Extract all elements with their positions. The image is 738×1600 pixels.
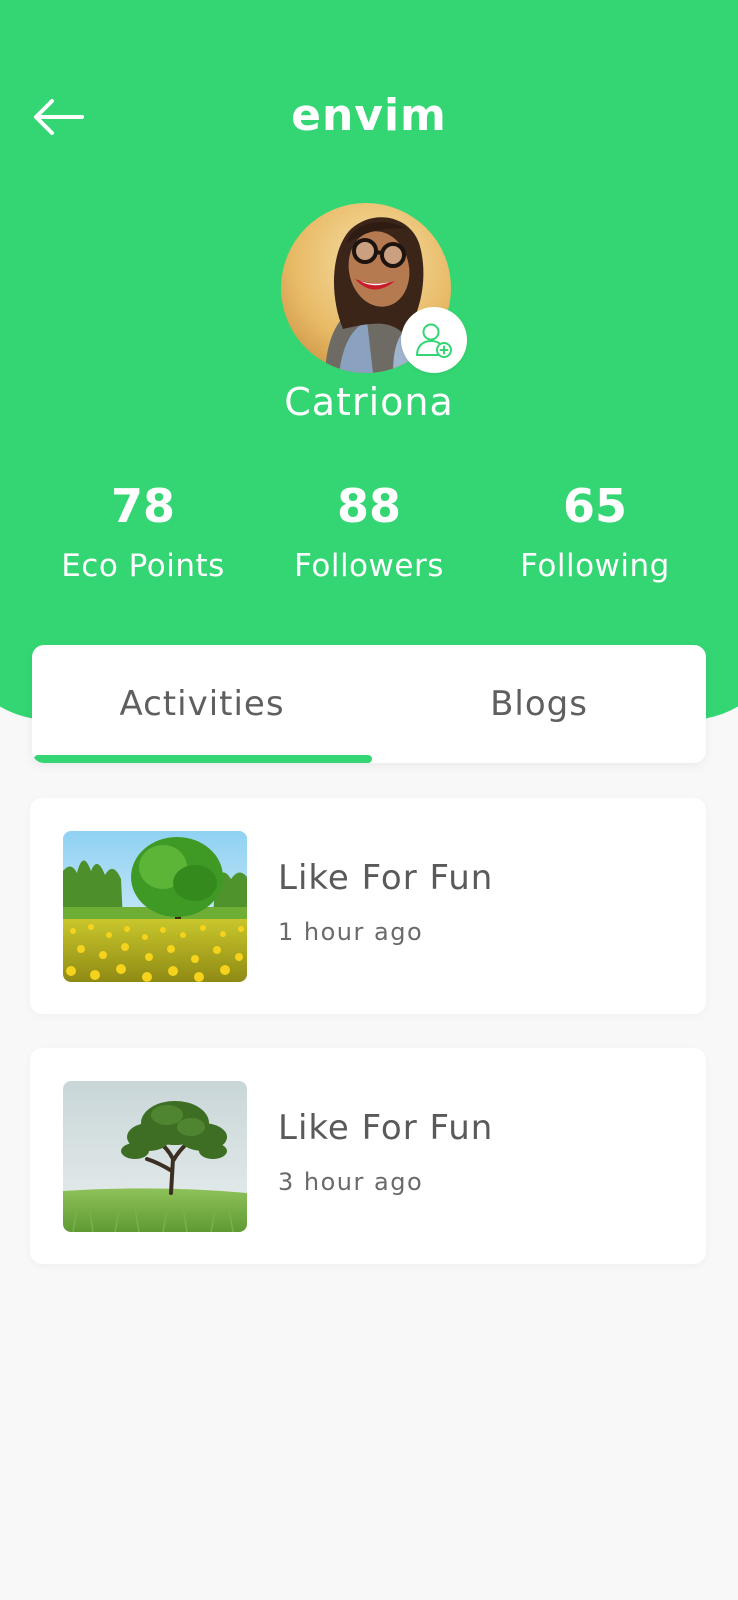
- activity-time: 3 hour ago: [278, 1168, 424, 1196]
- activity-title: Like For Fun: [278, 858, 494, 898]
- stat-label: Following: [520, 548, 670, 584]
- profile-screen: envim Catriona 78 Eco Points 88 Follower…: [0, 0, 738, 1600]
- profile-name: Catriona: [284, 380, 454, 424]
- stat-value: 78: [110, 479, 175, 533]
- activity-card[interactable]: Like For Fun 1 hour ago: [30, 798, 706, 1014]
- stat-label: Followers: [294, 548, 444, 584]
- add-user-icon: [416, 323, 452, 358]
- tab-bar: Activities Blogs: [32, 645, 706, 763]
- stat-following[interactable]: 65 Following: [482, 478, 708, 586]
- tab-activities[interactable]: Activities: [32, 645, 372, 763]
- active-tab-indicator: [34, 755, 372, 763]
- stat-followers[interactable]: 88 Followers: [256, 478, 482, 586]
- activity-title: Like For Fun: [278, 1108, 494, 1148]
- stat-value: 88: [336, 479, 401, 533]
- stat-eco-points[interactable]: 78 Eco Points: [30, 478, 256, 586]
- add-friend-button[interactable]: [401, 307, 467, 373]
- activity-card[interactable]: Like For Fun 3 hour ago: [30, 1048, 706, 1264]
- app-title: envim: [291, 90, 447, 141]
- stat-value: 65: [562, 479, 627, 533]
- stats-row: 78 Eco Points 88 Followers 65 Following: [30, 478, 708, 586]
- stat-label: Eco Points: [61, 548, 225, 584]
- tab-blogs[interactable]: Blogs: [372, 645, 706, 763]
- activity-thumbnail: [63, 1081, 247, 1232]
- activity-time: 1 hour ago: [278, 918, 424, 946]
- activity-thumbnail: [63, 831, 247, 982]
